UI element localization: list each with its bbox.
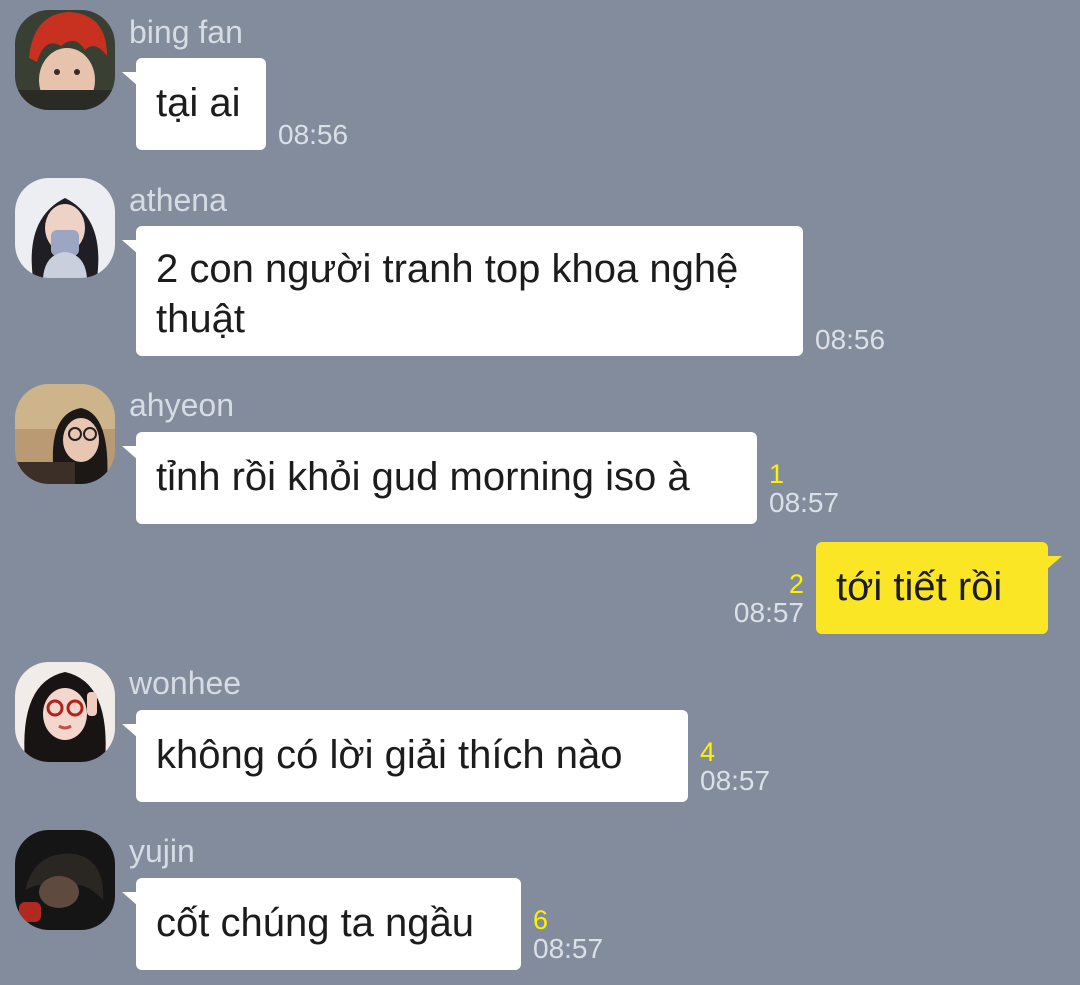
- message-meta: 08:56: [815, 325, 885, 355]
- message-time: 08:56: [278, 119, 349, 150]
- message-bubble[interactable]: 2 con người tranh top khoa nghệ thuật: [122, 226, 803, 356]
- avatar-wonhee-image: [15, 662, 115, 762]
- chat-view: bing fan tại ai 08:56 athena 2 con người…: [0, 0, 1080, 985]
- avatar[interactable]: [15, 10, 115, 110]
- message-time: 08:57: [533, 933, 604, 964]
- message-bubble[interactable]: tại ai: [122, 58, 266, 150]
- message-meta: 2 08:57: [720, 570, 804, 628]
- message-meta: 4 08:57: [700, 738, 770, 796]
- sender-name: yujin: [129, 833, 195, 869]
- avatar-athena-image: [15, 178, 115, 278]
- avatar[interactable]: [15, 384, 115, 484]
- avatar[interactable]: [15, 178, 115, 278]
- message-bubble[interactable]: tới tiết rồi: [816, 542, 1062, 634]
- message-meta: 08:56: [278, 120, 348, 150]
- unread-count: 4: [700, 737, 716, 767]
- sender-name: athena: [129, 182, 227, 218]
- avatar-ahyeon-image: [15, 384, 115, 484]
- avatar[interactable]: [15, 662, 115, 762]
- unread-count: 2: [788, 569, 804, 599]
- message-time: 08:56: [815, 324, 886, 355]
- message-time: 08:57: [769, 487, 840, 518]
- message-meta: 6 08:57: [533, 906, 603, 964]
- avatar-yujin-image: [15, 830, 115, 930]
- sender-name: bing fan: [129, 14, 243, 50]
- message-time: 08:57: [733, 597, 804, 628]
- avatar-bing-fan-image: [15, 10, 115, 110]
- sender-name: wonhee: [129, 665, 242, 701]
- unread-count: 1: [769, 459, 785, 489]
- message-meta: 1 08:57: [769, 460, 839, 518]
- message-bing-fan: bing fan tại ai 08:56: [0, 0, 1080, 160]
- message-bubble[interactable]: tỉnh rồi khỏi gud morning iso à: [122, 432, 757, 524]
- unread-count: 6: [533, 905, 549, 935]
- message-bubble[interactable]: không có lời giải thích nào: [122, 710, 688, 802]
- sender-name: ahyeon: [129, 387, 234, 423]
- message-bubble[interactable]: cốt chúng ta ngầu: [122, 878, 521, 970]
- avatar[interactable]: [15, 830, 115, 930]
- message-time: 08:57: [700, 765, 771, 796]
